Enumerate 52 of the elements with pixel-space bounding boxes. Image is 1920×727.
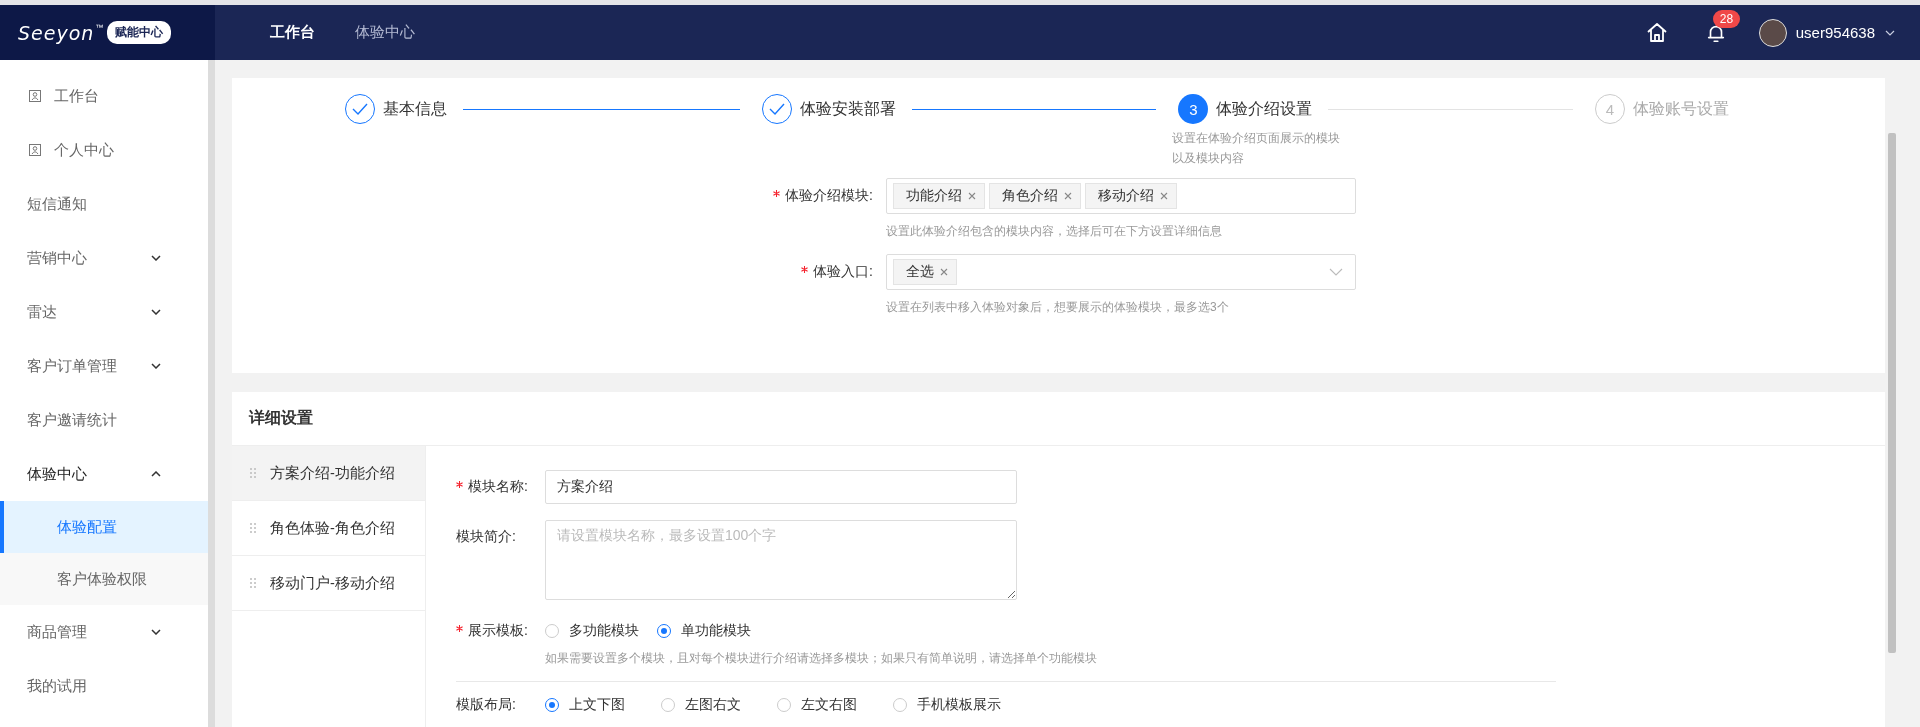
step-description: 设置在体验介绍页面展示的模块以及模块内容	[1172, 130, 1342, 167]
tag: 移动介绍	[1085, 183, 1177, 209]
sidebar-item[interactable]: 工作台	[0, 69, 208, 123]
field-label: 模版布局:	[456, 696, 517, 714]
logo-badge: 赋能中心	[107, 21, 172, 44]
field-hint: 设置在列表中移入体验对象后，想要展示的体验模块，最多选3个	[886, 299, 1230, 316]
radio-option[interactable]: 上文下图	[545, 696, 625, 714]
nav-tab[interactable]: 体验中心	[355, 23, 415, 42]
module-list-item[interactable]: 方案介绍-功能介绍	[232, 446, 425, 501]
step-title: 基本信息	[383, 98, 447, 119]
logo-text: Seeyon	[18, 21, 95, 44]
step-title: 体验账号设置	[1632, 98, 1729, 119]
sidebar-item[interactable]: 体验中心	[0, 447, 208, 501]
user-name[interactable]: user954638	[1795, 24, 1875, 41]
module-list-item[interactable]: 移动门户-移动介绍	[232, 556, 425, 611]
trademark: ™	[95, 23, 104, 32]
field-label: 模块名称:	[456, 478, 536, 496]
sidebar-item[interactable]: 营销中心	[0, 231, 208, 285]
module-list-item[interactable]: 角色体验-角色介绍	[232, 501, 425, 556]
sidebar-item[interactable]: 客户邀请统计	[0, 393, 208, 447]
step-title: 体验介绍设置	[1216, 98, 1313, 119]
step-indicator: 3	[1178, 94, 1209, 124]
sidebar-item[interactable]: 我的试用	[0, 659, 208, 713]
radio-option[interactable]: 单功能模块	[657, 622, 751, 640]
sidebar-subitem[interactable]: 客户体验权限	[0, 553, 208, 605]
field-label: 体验介绍模块:	[743, 187, 873, 205]
tag-input-field[interactable]: 功能介绍 角色介绍 移动介绍	[886, 178, 1356, 214]
nav-tab[interactable]: 工作台	[270, 23, 315, 42]
notification-count: 28	[1712, 9, 1741, 28]
radio-option[interactable]: 手机模板展示	[893, 696, 1001, 714]
tag: 全选	[893, 259, 957, 285]
step-title: 体验安装部署	[799, 98, 896, 119]
sidebar-item[interactable]: 个人中心	[0, 123, 208, 177]
tag: 功能介绍	[893, 183, 985, 209]
tag: 角色介绍	[989, 183, 1081, 209]
radio-option[interactable]: 左文右图	[777, 696, 857, 714]
field-label: 体验入口:	[743, 263, 873, 281]
sidebar-item[interactable]: 商品管理	[0, 605, 208, 659]
sidebar-item[interactable]: 雷达	[0, 285, 208, 339]
summary-textarea[interactable]: 请设置模块名称，最多设置100个字	[545, 520, 1017, 600]
field-label: 模块简介:	[456, 528, 517, 546]
radio-option[interactable]: 左图右文	[661, 696, 741, 714]
name-input[interactable]: 方案介绍	[545, 470, 1017, 504]
sidebar-subitem[interactable]: 体验配置	[0, 501, 208, 553]
section-title: 详细设置	[232, 392, 1885, 446]
radio-option[interactable]: 多功能模块	[545, 622, 639, 640]
sidebar-item[interactable]: 客户订单管理	[0, 339, 208, 393]
field-label: 展示模板:	[456, 622, 536, 640]
multi-select[interactable]: 全选	[886, 254, 1356, 290]
field-hint: 设置此体验介绍包含的模块内容，选择后可在下方设置详细信息	[886, 223, 1223, 240]
field-hint: 如果需要设置多个模块，且对每个模块进行介绍请选择多模块；如果只有简单说明，请选择单个功能模块	[545, 650, 1098, 667]
sidebar-item[interactable]: 短信通知	[0, 177, 208, 231]
